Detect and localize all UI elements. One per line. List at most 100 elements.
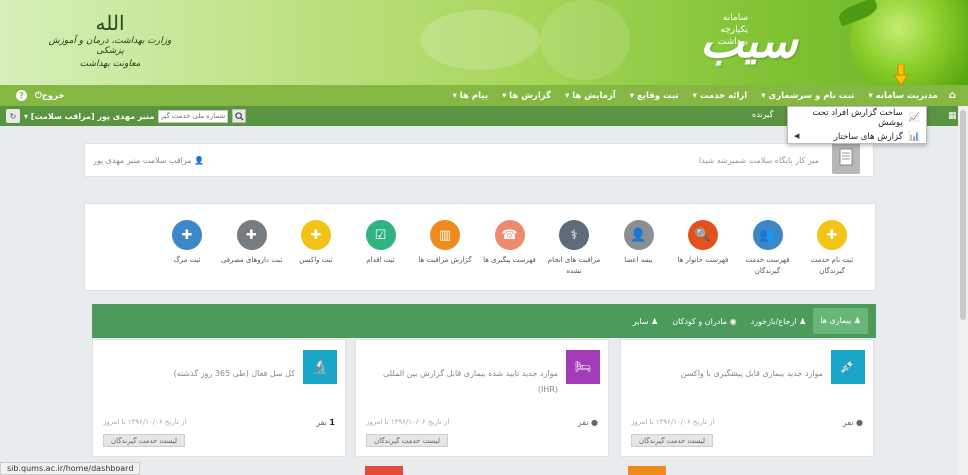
main-nav: ⌂ مدیریت سامانه ▾ ثبت نام و سرشماری ▾ ار… <box>0 85 968 106</box>
card-title: موارد جدید بیماری قابل پیشگیری با واکسن <box>680 369 823 378</box>
shortcut-label: ثبت اقدام <box>366 256 395 264</box>
line-chart-icon: 📈 <box>908 112 920 123</box>
shortcut-action[interactable]: ☑ ثبت اقدام <box>350 220 412 266</box>
syringe-icon: 💉 <box>831 350 865 384</box>
shortcut-label: ثبت داروهای مصرفی <box>220 256 283 264</box>
shortcut-label: فهرست خانوار ها <box>677 256 729 264</box>
shortcut-label: مراقبت های انجام نشده <box>547 256 601 275</box>
plus-icon: ✚ <box>172 220 202 250</box>
scrollbar-thumb[interactable] <box>960 110 966 320</box>
shortcut-label: فهرست خدمت گیرندگان <box>745 256 790 275</box>
tab-mothers-children[interactable]: ◉ مادران و کودکان <box>665 317 743 326</box>
shortcut-households[interactable]: 🔍 فهرست خانوار ها <box>672 220 734 266</box>
list-icon[interactable]: ▦ <box>948 111 957 121</box>
tab-referral[interactable]: ♟ ارجاع/بازخورد <box>744 317 814 326</box>
shortcut-label: بیمه اعضا <box>624 256 653 264</box>
menu-item-label: گزارش های ساختار <box>833 131 903 142</box>
ministry-name: وزارت بهداشت، درمان و آموزش پزشکی <box>48 36 172 56</box>
client-list-button[interactable]: لیست خدمت گیرندگان <box>103 434 185 447</box>
shortcut-label: فهرست پیگیری ها <box>483 256 536 264</box>
user-icon: 👤 <box>194 156 205 165</box>
national-id-search-input[interactable] <box>158 109 229 123</box>
home-icon[interactable]: ⌂ <box>945 90 960 101</box>
sub-toolbar-left: ↻ منیر مهدی پور [مراقب سلامت] ▾ <box>6 108 247 124</box>
tab-label: مادران و کودکان <box>672 316 728 326</box>
shortcut-care-missed[interactable]: ⚕ مراقبت های انجام نشده <box>543 220 605 277</box>
card-count-value: 1 <box>329 418 335 427</box>
card-title: موارد جدید تایید شده بیماری قابل گزارش ب… <box>382 369 558 394</box>
nav-system-management[interactable]: مدیریت سامانه ▾ <box>861 91 944 101</box>
card-ihr-diseases: 🛏 موارد جدید تایید شده بیماری قابل گزارش… <box>355 339 609 457</box>
help-icon[interactable]: ? <box>16 90 27 101</box>
nav-registration[interactable]: ثبت نام و سرشماری ▾ <box>754 91 861 101</box>
clients-icon: 👥 <box>752 220 783 250</box>
chart-icon: ▥ <box>430 220 460 250</box>
card-title: کل سل فعال (طی 365 روز گذشته) <box>173 369 295 378</box>
nav-tests[interactable]: آزمایش ها ▾ <box>558 91 623 101</box>
menu-item-structure-reports[interactable]: 📊 گزارش های ساختار <box>788 128 926 145</box>
user-role-dropdown[interactable]: منیر مهدی پور [مراقب سلامت] ▾ <box>24 112 154 121</box>
plus-icon: ✚ <box>236 220 267 250</box>
shortcut-label: ثبت مرگ <box>173 256 201 264</box>
card-count-unit: نفر <box>577 418 589 427</box>
card-count: ● نفر <box>842 418 863 427</box>
nav-utility: ? ⏻ خروج <box>16 85 65 106</box>
logout-button[interactable]: خروج <box>42 91 65 101</box>
bed-icon: 🛏 <box>566 350 600 384</box>
shortcut-followups[interactable]: ☎ فهرست پیگیری ها <box>479 220 541 266</box>
refresh-icon[interactable]: ↻ <box>6 109 20 123</box>
site-header: الله وزارت بهداشت، درمان و آموزش پزشکی م… <box>0 0 968 85</box>
shortcut-drugs[interactable]: ✚ ثبت داروهای مصرفی <box>221 220 283 266</box>
search-button[interactable] <box>232 109 247 123</box>
client-list-button[interactable]: لیست خدمت گیرندگان <box>631 434 713 447</box>
microscope-icon: 🔬 <box>303 350 337 384</box>
tab-diseases[interactable]: ♟ بیماری ها <box>813 308 868 334</box>
logout-icon[interactable]: ⏻ <box>35 91 42 101</box>
card-date-range: از تاریخ ۱۳۹۶/۱۰/۰۶ تا امروز <box>631 418 715 426</box>
plus-icon: ✚ <box>301 220 331 250</box>
header-decoration <box>540 0 630 80</box>
shortcut-insurance[interactable]: 👤 بیمه اعضا <box>608 220 670 266</box>
card-count: 1 نفر <box>316 418 335 427</box>
document-icon <box>832 140 860 174</box>
shortcut-label: گزارش مراقبت ها <box>418 256 472 264</box>
tab-label: بیماری ها <box>820 316 852 325</box>
sib-logo: سیب <box>700 14 798 68</box>
search-icon: 🔍 <box>688 220 718 250</box>
current-user-label: 👤 مراقب سلامت منیر مهدی پور <box>93 156 204 165</box>
chevron-left-icon: ◀ <box>794 132 800 140</box>
stethoscope-icon: ⚕ <box>559 220 589 250</box>
register-icon: ✚ <box>817 220 847 250</box>
ministry-deputy: معاونت بهداشت <box>79 59 141 69</box>
user-icon: 👤 <box>623 220 654 250</box>
bar-chart-icon: 📊 <box>908 131 920 142</box>
system-management-menu: 📈 ساخت گزارش افراد تحت پوشش 📊 گزارش های … <box>787 106 927 144</box>
checkbox-icon: ☑ <box>365 220 396 250</box>
shortcuts-panel: ✚ ثبت نام خدمت گیرندگان 👥 فهرست خدمت گیرندگ… <box>84 203 876 291</box>
shortcut-register[interactable]: ✚ ثبت نام خدمت گیرندگان <box>801 220 863 277</box>
page-scrollbar[interactable] <box>958 106 968 475</box>
shortcut-label: ثبت واکسن <box>299 256 333 264</box>
header-decoration <box>420 10 540 70</box>
nav-service-delivery[interactable]: ارائه خدمت ▾ <box>686 91 755 101</box>
subbar-partial-label: گیرنده <box>752 110 774 119</box>
card-active-tb: 🔬 کل سل فعال (طی 365 روز گذشته) 1 نفر از… <box>92 339 346 457</box>
menu-item-label: ساخت گزارش افراد تحت پوشش <box>812 107 903 128</box>
shortcut-death[interactable]: ✚ ثبت مرگ <box>156 220 218 266</box>
shortcut-care-report[interactable]: ▥ گزارش مراقبت ها <box>414 220 476 266</box>
nav-reports[interactable]: گزارش ها ▾ <box>495 91 558 101</box>
status-bar-url: sib.qums.ac.ir/home/dashboard <box>0 462 141 475</box>
nav-messages[interactable]: پیام ها ▾ <box>446 91 495 101</box>
shortcut-clients[interactable]: 👥 فهرست خدمت گیرندگان <box>737 220 799 277</box>
shortcut-vaccine[interactable]: ✚ ثبت واکسن <box>285 220 347 266</box>
page-title: میز کار پایگاه سلامت شمیرشه شیدا <box>698 156 819 165</box>
card-vaccine-preventable: 💉 موارد جدید بیماری قابل پیشگیری با واکس… <box>620 339 874 457</box>
dashboard-header: میز کار پایگاه سلامت شمیرشه شیدا 👤 مراقب… <box>84 143 874 177</box>
client-list-button[interactable]: لیست خدمت گیرندگان <box>366 434 448 447</box>
current-user-name: مراقب سلامت منیر مهدی پور <box>93 156 192 165</box>
nav-events[interactable]: ثبت وقایع ▾ <box>623 91 686 101</box>
pointer-arrow-icon <box>893 64 909 86</box>
ministry-logo: الله وزارت بهداشت، درمان و آموزش پزشکی م… <box>40 12 180 69</box>
menu-item-covered-people-report[interactable]: 📈 ساخت گزارش افراد تحت پوشش <box>788 107 926 128</box>
tab-other[interactable]: ♟ سایر <box>626 317 666 326</box>
